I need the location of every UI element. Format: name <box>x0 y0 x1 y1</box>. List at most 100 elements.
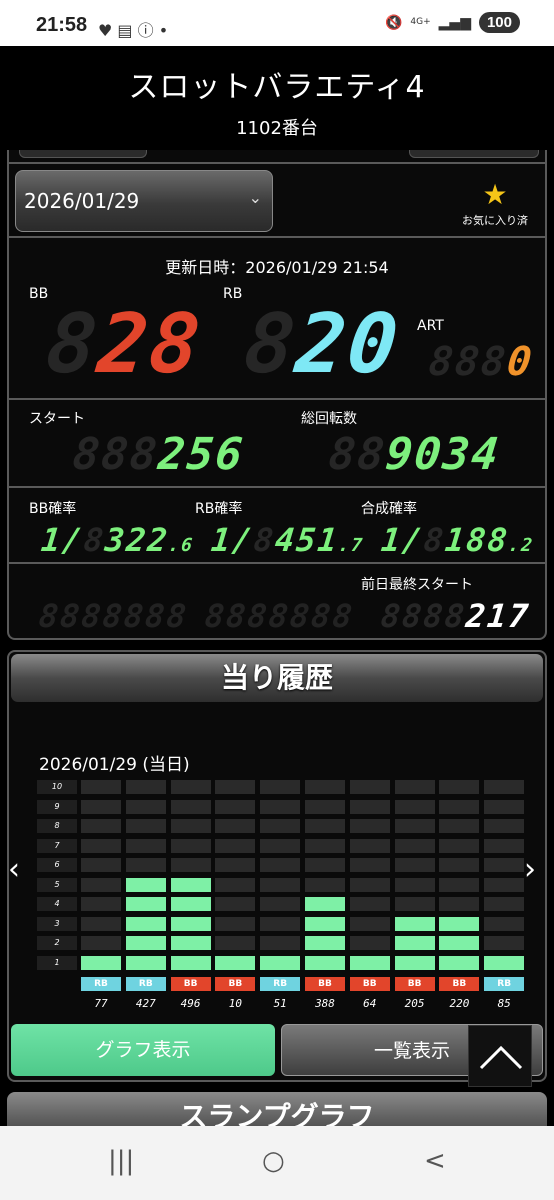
graph-cell <box>81 916 121 931</box>
bonus-type-badge: RB <box>81 977 121 991</box>
bonus-type-badge: BB <box>439 977 480 991</box>
graph-cell <box>215 936 256 950</box>
graph-cell <box>394 819 435 833</box>
graph-cell <box>305 858 345 872</box>
graph-cell <box>260 877 301 892</box>
graph-cell <box>170 955 211 970</box>
y-axis-label: 4 <box>37 897 77 911</box>
y-axis-label: 2 <box>37 936 77 950</box>
start-display: 888256 <box>70 429 247 480</box>
graph-cell <box>125 858 166 872</box>
graph-cell <box>260 936 301 950</box>
divider <box>9 236 545 238</box>
art-label: ART <box>417 318 444 334</box>
divider <box>9 562 545 564</box>
data-panel: 2026/01/29 ⌄ ★ お気に入り済 更新日時：2026/01/29 21… <box>7 150 547 640</box>
y-axis-label: 1 <box>37 955 77 970</box>
page-title: スロットバラエティ4 <box>128 70 426 105</box>
bonus-games-value: 220 <box>449 997 470 1010</box>
graph-cell <box>439 838 480 853</box>
bb-label: BB <box>29 286 49 302</box>
graph-cell <box>349 916 390 931</box>
graph-cell <box>260 819 301 833</box>
graph-cell <box>81 877 121 892</box>
graph-cell <box>260 780 301 794</box>
graph-cell <box>215 877 256 892</box>
signal-icon: ▂▄▆ <box>438 14 471 31</box>
graph-cell <box>484 780 525 794</box>
y-axis-label: 5 <box>37 877 77 892</box>
rb-prob-label: RB確率 <box>195 501 243 517</box>
graph-cell <box>394 799 435 814</box>
bonus-type-badge: BB <box>305 977 345 991</box>
bb-prob-dec: .6 <box>167 535 196 556</box>
graph-cell <box>170 838 211 853</box>
bonus-type-badge: BB <box>394 977 435 991</box>
graph-cell <box>484 916 525 931</box>
rb-prob-display: 1/8451.7 <box>209 521 366 559</box>
machine-number: 1102番台 <box>236 118 318 139</box>
rb-count-display: 820 <box>240 297 405 392</box>
favorite-button[interactable]: ★ お気に入り済 <box>451 180 539 228</box>
bonus-games-value: 496 <box>180 997 201 1010</box>
date-select-value: 2026/01/29 <box>24 189 140 213</box>
bonus-games-value: 77 <box>94 997 108 1010</box>
status-right-icons: 🔇 4G+ ▂▄▆ 100 <box>385 12 520 33</box>
hit-history-title: 当り履歴 <box>220 661 333 694</box>
graph-cell <box>305 780 345 794</box>
graph-cell <box>349 897 390 911</box>
graph-cell <box>484 799 525 814</box>
graph-cell <box>170 819 211 833</box>
bb-prob-int: 322 <box>103 521 171 559</box>
status-bar: 21:58 ♥ ▤ ⓘ • 🔇 4G+ ▂▄▆ 100 <box>0 0 554 46</box>
bonus-type-badge: RB <box>484 977 525 991</box>
tab-stub-right <box>409 150 539 158</box>
graph-cell <box>260 799 301 814</box>
graph-cell <box>305 955 345 970</box>
graph-cell <box>439 780 480 794</box>
prev-arrow-icon[interactable]: ‹ <box>8 852 20 887</box>
next-arrow-icon[interactable]: › <box>524 852 536 887</box>
bonus-games-value: 85 <box>497 997 511 1010</box>
graph-cell <box>170 799 211 814</box>
graph-cell <box>125 799 166 814</box>
graph-cell <box>170 916 211 931</box>
home-button[interactable]: ○ <box>262 1146 285 1176</box>
total-display: 889034 <box>326 429 503 480</box>
graph-cell <box>349 838 390 853</box>
graph-cell <box>260 897 301 911</box>
graph-cell <box>215 897 256 911</box>
y-axis-label: 3 <box>37 916 77 931</box>
scroll-to-top-button[interactable] <box>468 1025 532 1087</box>
graph-cell <box>305 936 345 950</box>
graph-cell <box>439 858 480 872</box>
bonus-type-badge: BB <box>349 977 390 991</box>
graph-cell <box>394 897 435 911</box>
graph-cell <box>484 877 525 892</box>
graph-cell <box>170 858 211 872</box>
y-axis-label: 6 <box>37 858 77 872</box>
graph-cell <box>439 799 480 814</box>
graph-cell <box>81 799 121 814</box>
tab-stub-left <box>19 150 147 158</box>
graph-cell <box>81 955 121 970</box>
bonus-games-value: 205 <box>404 997 425 1010</box>
recent-apps-button[interactable]: ||| <box>108 1146 134 1176</box>
art-count-display: 8880 <box>426 339 536 385</box>
back-button[interactable]: < <box>424 1146 446 1176</box>
notification-icons: ♥ ▤ ⓘ • <box>98 21 169 40</box>
graph-cell <box>349 858 390 872</box>
comb-prob-int: 188 <box>443 521 511 559</box>
graph-cell <box>305 897 345 911</box>
graph-cell <box>215 916 256 931</box>
graph-cell <box>394 858 435 872</box>
graph-cell <box>81 780 121 794</box>
graph-cell <box>439 955 480 970</box>
bonus-type-badge: RB <box>125 977 166 991</box>
graph-cell <box>439 936 480 950</box>
bonus-type-badge: BB <box>215 977 256 991</box>
app-header: スロットバラエティ4 1102番台 <box>0 46 554 150</box>
graph-view-button[interactable]: グラフ表示 <box>11 1024 275 1076</box>
bb-count-display: 828 <box>42 297 207 392</box>
date-select[interactable]: 2026/01/29 ⌄ <box>15 170 273 232</box>
